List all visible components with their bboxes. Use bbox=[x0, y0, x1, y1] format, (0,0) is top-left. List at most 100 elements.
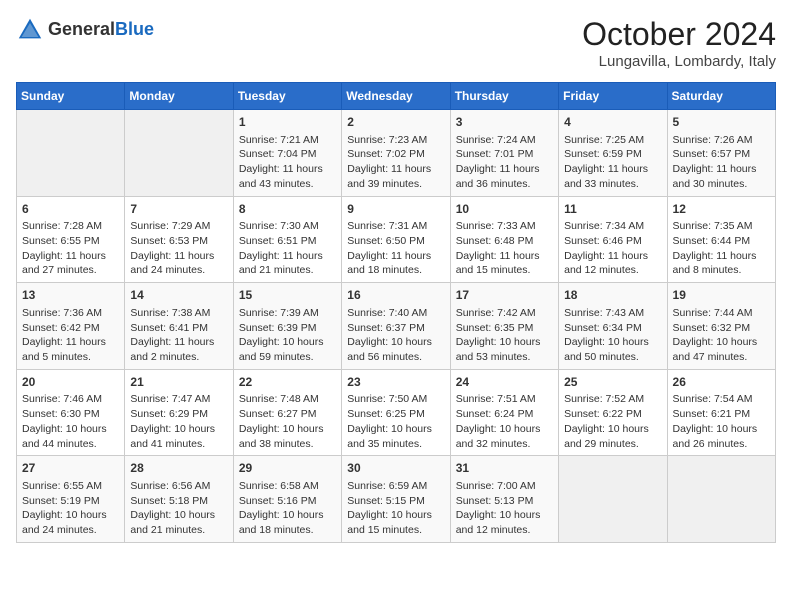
calendar-cell: 27Sunrise: 6:55 AM Sunset: 5:19 PM Dayli… bbox=[17, 456, 125, 543]
day-number: 22 bbox=[239, 374, 336, 391]
day-number: 18 bbox=[564, 287, 661, 304]
day-info: Sunrise: 7:33 AM Sunset: 6:48 PM Dayligh… bbox=[456, 219, 553, 278]
calendar-cell: 28 Sunrise: 6:56 AM Sunset: 5:18 PM Dayli… bbox=[125, 456, 233, 543]
calendar-week-row: 13Sunrise: 7:36 AM Sunset: 6:42 PM Dayli… bbox=[17, 283, 776, 370]
day-info: Sunrise: 7:31 AM Sunset: 6:50 PM Dayligh… bbox=[347, 219, 444, 278]
day-info: Sunrise: 7:28 AM Sunset: 6:55 PM Dayligh… bbox=[22, 219, 119, 278]
day-info: Sunrise: 7:42 AM Sunset: 6:35 PM Dayligh… bbox=[456, 306, 553, 365]
calendar-week-row: 20Sunrise: 7:46 AM Sunset: 6:30 PM Dayli… bbox=[17, 369, 776, 456]
calendar-cell: 30Sunrise: 6:59 AM Sunset: 5:15 PM Dayli… bbox=[342, 456, 450, 543]
day-info: Sunrise: 7:38 AM Sunset: 6:41 PM Dayligh… bbox=[130, 306, 227, 365]
page-header: GeneralBlue October 2024 Lungavilla, Lom… bbox=[16, 16, 776, 70]
day-number: 16 bbox=[347, 287, 444, 304]
calendar-cell: 5Sunrise: 7:26 AM Sunset: 6:57 PM Daylig… bbox=[667, 110, 775, 197]
calendar-cell: 2 Sunrise: 7:23 AM Sunset: 7:02 PM Daylig… bbox=[342, 110, 450, 197]
day-info: Sunrise: 7:25 AM Sunset: 6:59 PM Dayligh… bbox=[564, 133, 661, 192]
day-info: Sunrise: 7:54 AM Sunset: 6:21 PM Dayligh… bbox=[673, 392, 770, 451]
day-number: 15 bbox=[239, 287, 336, 304]
calendar-cell: 6Sunrise: 7:28 AM Sunset: 6:55 PM Daylig… bbox=[17, 196, 125, 283]
calendar-cell: 13Sunrise: 7:36 AM Sunset: 6:42 PM Dayli… bbox=[17, 283, 125, 370]
title-block: October 2024 Lungavilla, Lombardy, Italy bbox=[582, 16, 776, 70]
calendar-header-row: SundayMondayTuesdayWednesdayThursdayFrid… bbox=[17, 83, 776, 110]
calendar-week-row: 27Sunrise: 6:55 AM Sunset: 5:19 PM Dayli… bbox=[17, 456, 776, 543]
calendar-cell bbox=[667, 456, 775, 543]
day-info: Sunrise: 7:47 AM Sunset: 6:29 PM Dayligh… bbox=[130, 392, 227, 451]
calendar-week-row: 6Sunrise: 7:28 AM Sunset: 6:55 PM Daylig… bbox=[17, 196, 776, 283]
calendar-cell bbox=[17, 110, 125, 197]
calendar-cell: 22Sunrise: 7:48 AM Sunset: 6:27 PM Dayli… bbox=[233, 369, 341, 456]
day-number: 25 bbox=[564, 374, 661, 391]
day-number: 5 bbox=[673, 114, 770, 131]
column-header-sunday: Sunday bbox=[17, 83, 125, 110]
day-info: Sunrise: 7:40 AM Sunset: 6:37 PM Dayligh… bbox=[347, 306, 444, 365]
day-number: 29 bbox=[239, 460, 336, 477]
column-header-friday: Friday bbox=[559, 83, 667, 110]
logo-general-text: General bbox=[48, 19, 115, 39]
column-header-saturday: Saturday bbox=[667, 83, 775, 110]
calendar-cell: 4Sunrise: 7:25 AM Sunset: 6:59 PM Daylig… bbox=[559, 110, 667, 197]
column-header-wednesday: Wednesday bbox=[342, 83, 450, 110]
calendar-cell: 23Sunrise: 7:50 AM Sunset: 6:25 PM Dayli… bbox=[342, 369, 450, 456]
calendar-cell: 18Sunrise: 7:43 AM Sunset: 6:34 PM Dayli… bbox=[559, 283, 667, 370]
day-info: Sunrise: 7:23 AM Sunset: 7:02 PM Dayligh… bbox=[347, 133, 444, 192]
month-title: October 2024 bbox=[582, 16, 776, 53]
calendar-cell: 19 Sunrise: 7:44 AM Sunset: 6:32 PM Dayli… bbox=[667, 283, 775, 370]
day-info: Sunrise: 7:21 AM Sunset: 7:04 PM Dayligh… bbox=[239, 133, 336, 192]
calendar-cell: 12Sunrise: 7:35 AM Sunset: 6:44 PM Dayli… bbox=[667, 196, 775, 283]
logo-blue-text: Blue bbox=[115, 19, 154, 39]
day-number: 28 bbox=[130, 460, 227, 477]
day-info: Sunrise: 6:56 AM Sunset: 5:18 PM Dayligh… bbox=[130, 479, 227, 538]
calendar-cell bbox=[125, 110, 233, 197]
calendar-cell: 20Sunrise: 7:46 AM Sunset: 6:30 PM Dayli… bbox=[17, 369, 125, 456]
day-info: Sunrise: 7:24 AM Sunset: 7:01 PM Dayligh… bbox=[456, 133, 553, 192]
calendar-cell: 24Sunrise: 7:51 AM Sunset: 6:24 PM Dayli… bbox=[450, 369, 558, 456]
day-number: 9 bbox=[347, 201, 444, 218]
logo: GeneralBlue bbox=[16, 16, 154, 44]
column-header-tuesday: Tuesday bbox=[233, 83, 341, 110]
day-number: 8 bbox=[239, 201, 336, 218]
calendar-cell: 11Sunrise: 7:34 AM Sunset: 6:46 PM Dayli… bbox=[559, 196, 667, 283]
calendar-cell: 17 Sunrise: 7:42 AM Sunset: 6:35 PM Dayli… bbox=[450, 283, 558, 370]
day-number: 14 bbox=[130, 287, 227, 304]
logo-text: GeneralBlue bbox=[48, 20, 154, 40]
day-number: 23 bbox=[347, 374, 444, 391]
day-info: Sunrise: 7:39 AM Sunset: 6:39 PM Dayligh… bbox=[239, 306, 336, 365]
day-number: 20 bbox=[22, 374, 119, 391]
calendar-cell: 29 Sunrise: 6:58 AM Sunset: 5:16 PM Dayli… bbox=[233, 456, 341, 543]
day-number: 1 bbox=[239, 114, 336, 131]
day-number: 2 bbox=[347, 114, 444, 131]
day-number: 6 bbox=[22, 201, 119, 218]
day-number: 10 bbox=[456, 201, 553, 218]
day-info: Sunrise: 7:35 AM Sunset: 6:44 PM Dayligh… bbox=[673, 219, 770, 278]
day-number: 17 bbox=[456, 287, 553, 304]
day-info: Sunrise: 7:29 AM Sunset: 6:53 PM Dayligh… bbox=[130, 219, 227, 278]
calendar-cell: 25Sunrise: 7:52 AM Sunset: 6:22 PM Dayli… bbox=[559, 369, 667, 456]
calendar-cell: 9Sunrise: 7:31 AM Sunset: 6:50 PM Daylig… bbox=[342, 196, 450, 283]
calendar-table: SundayMondayTuesdayWednesdayThursdayFrid… bbox=[16, 82, 776, 543]
day-number: 31 bbox=[456, 460, 553, 477]
day-number: 3 bbox=[456, 114, 553, 131]
day-info: Sunrise: 7:52 AM Sunset: 6:22 PM Dayligh… bbox=[564, 392, 661, 451]
calendar-cell: 26Sunrise: 7:54 AM Sunset: 6:21 PM Dayli… bbox=[667, 369, 775, 456]
day-info: Sunrise: 6:58 AM Sunset: 5:16 PM Dayligh… bbox=[239, 479, 336, 538]
day-info: Sunrise: 7:34 AM Sunset: 6:46 PM Dayligh… bbox=[564, 219, 661, 278]
day-info: Sunrise: 7:44 AM Sunset: 6:32 PM Dayligh… bbox=[673, 306, 770, 365]
day-info: Sunrise: 7:51 AM Sunset: 6:24 PM Dayligh… bbox=[456, 392, 553, 451]
day-number: 19 bbox=[673, 287, 770, 304]
day-number: 30 bbox=[347, 460, 444, 477]
day-number: 21 bbox=[130, 374, 227, 391]
day-info: Sunrise: 7:30 AM Sunset: 6:51 PM Dayligh… bbox=[239, 219, 336, 278]
calendar-cell: 21Sunrise: 7:47 AM Sunset: 6:29 PM Dayli… bbox=[125, 369, 233, 456]
day-number: 12 bbox=[673, 201, 770, 218]
day-number: 11 bbox=[564, 201, 661, 218]
calendar-cell: 8Sunrise: 7:30 AM Sunset: 6:51 PM Daylig… bbox=[233, 196, 341, 283]
logo-icon bbox=[16, 16, 44, 44]
day-number: 26 bbox=[673, 374, 770, 391]
calendar-cell: 10Sunrise: 7:33 AM Sunset: 6:48 PM Dayli… bbox=[450, 196, 558, 283]
day-number: 27 bbox=[22, 460, 119, 477]
column-header-thursday: Thursday bbox=[450, 83, 558, 110]
calendar-cell: 15 Sunrise: 7:39 AM Sunset: 6:39 PM Dayli… bbox=[233, 283, 341, 370]
calendar-cell: 14 Sunrise: 7:38 AM Sunset: 6:41 PM Dayli… bbox=[125, 283, 233, 370]
calendar-cell: 7Sunrise: 7:29 AM Sunset: 6:53 PM Daylig… bbox=[125, 196, 233, 283]
day-info: Sunrise: 7:36 AM Sunset: 6:42 PM Dayligh… bbox=[22, 306, 119, 365]
